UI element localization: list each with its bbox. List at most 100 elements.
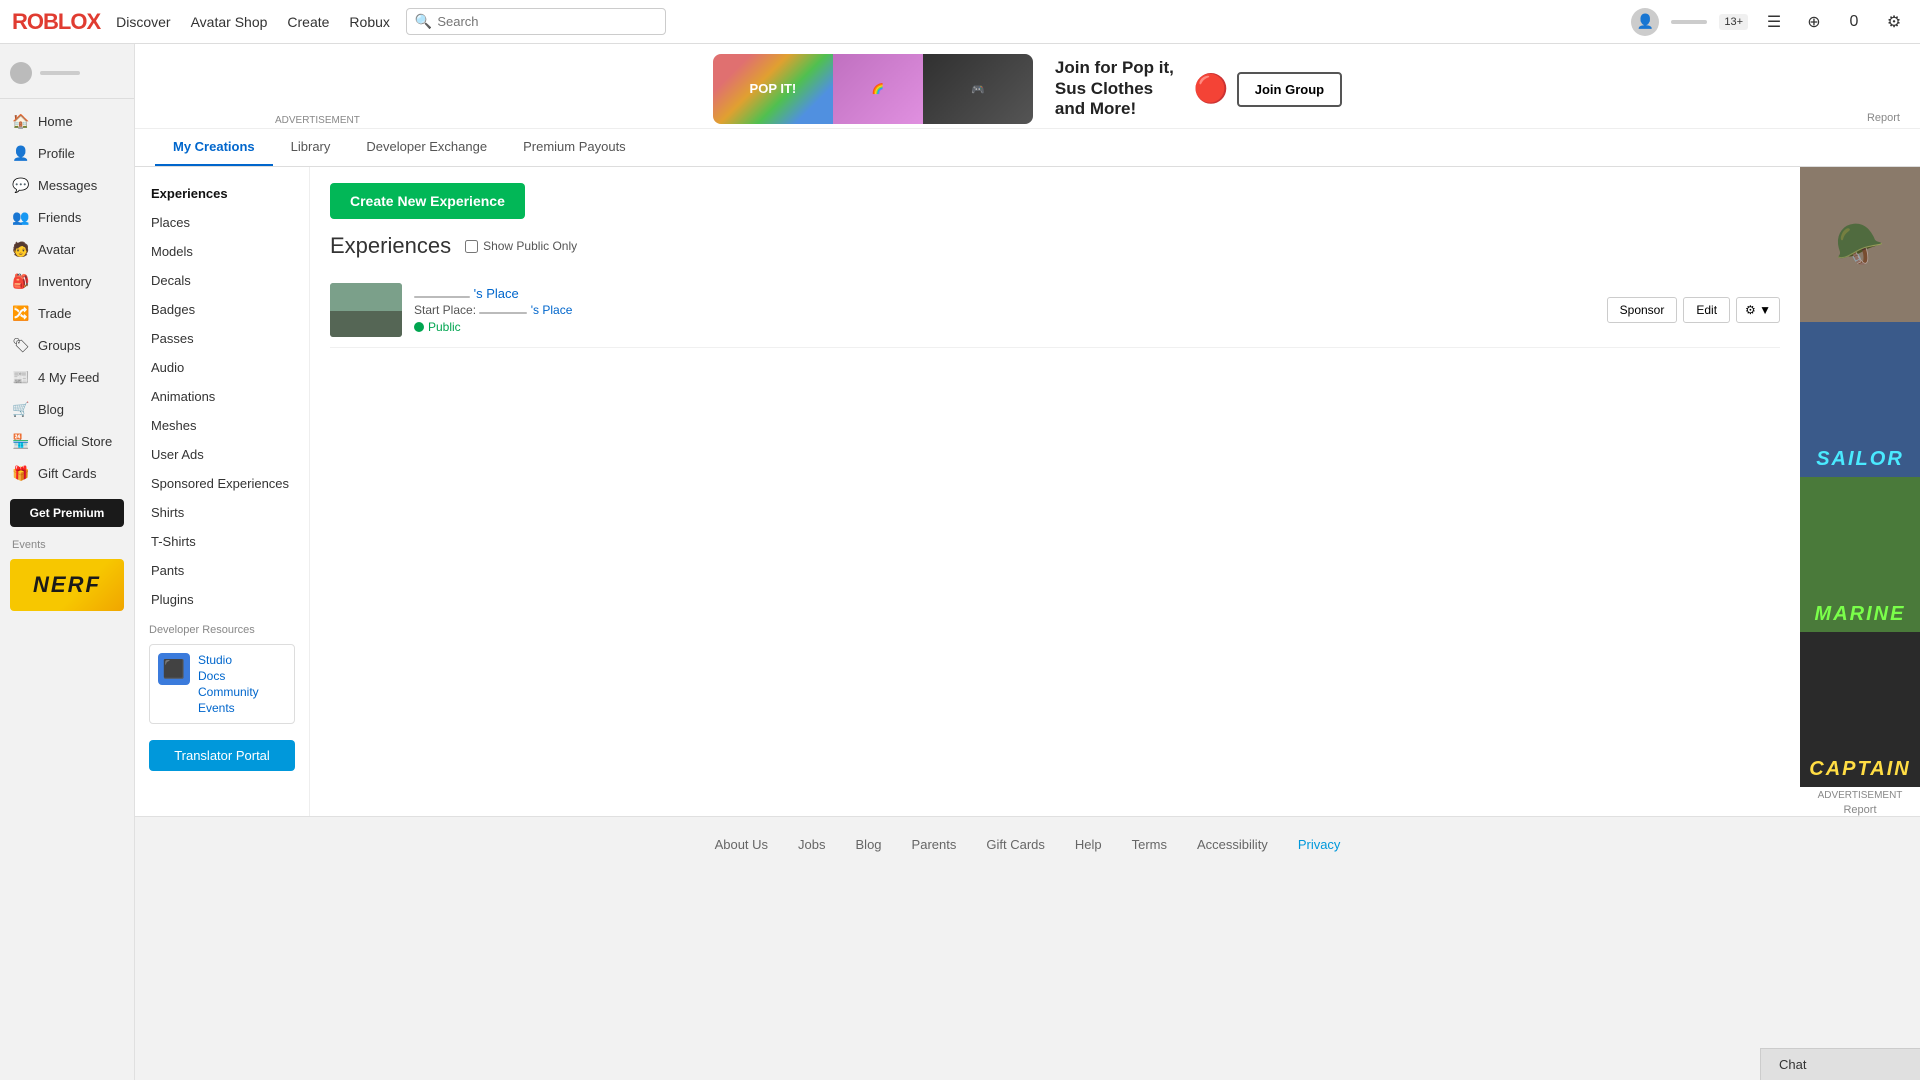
search-icon: 🔍 — [415, 13, 432, 30]
create-menu-places[interactable]: Places — [135, 208, 309, 237]
sidebar-item-inventory[interactable]: 🎒 Inventory — [0, 265, 134, 297]
create-menu-audio[interactable]: Audio — [135, 353, 309, 382]
marine-text: MARINE — [1815, 603, 1906, 626]
search-input[interactable] — [437, 14, 657, 29]
tab-premium-payouts[interactable]: Premium Payouts — [505, 129, 644, 166]
chat-bar[interactable]: Chat — [1760, 1048, 1920, 1080]
ad-dark-image: 🎮 — [923, 54, 1033, 124]
exp-thumb-bot — [330, 311, 402, 337]
dev-link-docs[interactable]: Docs — [198, 669, 259, 683]
footer-privacy[interactable]: Privacy — [1298, 837, 1341, 852]
username-display — [1671, 20, 1707, 24]
sidebar-item-label: Inventory — [38, 274, 91, 289]
tab-developer-exchange[interactable]: Developer Exchange — [348, 129, 505, 166]
create-menu-experiences[interactable]: Experiences — [135, 179, 309, 208]
gear-icon[interactable]: ⚙ — [1880, 8, 1908, 36]
create-menu-pants[interactable]: Pants — [135, 556, 309, 585]
right-ad: 🪖 SAILOR MARINE CAPTAIN ADVERTISEMENT Re… — [1800, 167, 1920, 816]
age-badge: 13+ — [1719, 14, 1748, 30]
tab-library[interactable]: Library — [273, 129, 349, 166]
show-public-checkbox[interactable] — [465, 240, 478, 253]
roblox-icon[interactable]: ⊕ — [1800, 8, 1828, 36]
ad-image-center: 🌈 — [833, 54, 923, 124]
footer-jobs[interactable]: Jobs — [798, 837, 825, 852]
experience-info: 's Place Start Place: 's Place Public — [414, 286, 1607, 334]
dev-resources-box: ⬛ Studio Docs Community Events — [149, 644, 295, 724]
experience-name[interactable]: 's Place — [414, 286, 1607, 301]
start-place-link[interactable]: 's Place — [479, 303, 572, 317]
create-menu-plugins[interactable]: Plugins — [135, 585, 309, 614]
bell-icon[interactable]: 0 — [1840, 8, 1868, 36]
dev-link-studio[interactable]: Studio — [198, 653, 259, 667]
footer-accessibility[interactable]: Accessibility — [1197, 837, 1268, 852]
nav-avatar-shop[interactable]: Avatar Shop — [191, 14, 268, 30]
edit-button[interactable]: Edit — [1683, 297, 1730, 323]
nav-robux[interactable]: Robux — [349, 14, 389, 30]
home-icon: 🏠 — [12, 112, 30, 130]
create-menu-sponsored[interactable]: Sponsored Experiences — [135, 469, 309, 498]
tab-my-creations[interactable]: My Creations — [155, 129, 273, 166]
get-premium-button[interactable]: Get Premium — [10, 499, 124, 527]
create-menu-animations[interactable]: Animations — [135, 382, 309, 411]
nerf-banner[interactable]: NERF — [10, 559, 124, 611]
footer-gift-cards[interactable]: Gift Cards — [986, 837, 1045, 852]
footer-about-us[interactable]: About Us — [715, 837, 768, 852]
sponsor-button[interactable]: Sponsor — [1607, 297, 1678, 323]
sidebar-item-my-feed[interactable]: 📰 4 My Feed — [0, 361, 134, 393]
start-place-suffix: 's Place — [531, 303, 573, 317]
create-menu-meshes[interactable]: Meshes — [135, 411, 309, 440]
sidebar-item-friends[interactable]: 👥 Friends — [0, 201, 134, 233]
sidebar-item-avatar[interactable]: 🧑 Avatar — [0, 233, 134, 265]
create-menu-tshirts[interactable]: T-Shirts — [135, 527, 309, 556]
events-label: Events — [0, 533, 134, 555]
sidebar-item-label: Blog — [38, 402, 64, 417]
show-public-label[interactable]: Show Public Only — [465, 239, 577, 253]
developer-resources-section: Developer Resources ⬛ Studio Docs Commun… — [135, 614, 309, 728]
sidebar-item-trade[interactable]: 🔀 Trade — [0, 297, 134, 329]
create-menu-passes[interactable]: Passes — [135, 324, 309, 353]
gear-dropdown-button[interactable]: ⚙ ▼ — [1736, 297, 1780, 323]
create-menu-models[interactable]: Models — [135, 237, 309, 266]
sidebar-item-messages[interactable]: 💬 Messages — [0, 169, 134, 201]
footer-terms[interactable]: Terms — [1132, 837, 1167, 852]
create-new-experience-button[interactable]: Create New Experience — [330, 183, 525, 219]
experiences-header: Experiences Show Public Only — [330, 233, 1780, 259]
footer-help[interactable]: Help — [1075, 837, 1102, 852]
footer-parents[interactable]: Parents — [912, 837, 957, 852]
translator-portal-button[interactable]: Translator Portal — [149, 740, 295, 771]
dev-links: Studio Docs Community Events — [198, 653, 259, 715]
ad-rainbow-image: 🌈 — [833, 54, 923, 124]
official-store-icon: 🏪 — [12, 432, 30, 450]
tabs-bar: My Creations Library Developer Exchange … — [135, 129, 1920, 167]
user-avatar-icon — [10, 62, 32, 84]
sidebar-item-groups[interactable]: 🏷 Groups — [0, 329, 134, 361]
sidebar-item-label: Trade — [38, 306, 71, 321]
ad-advertisement-label: ADVERTISEMENT — [275, 115, 360, 126]
dev-link-community[interactable]: Community — [198, 685, 259, 699]
experience-thumbnail — [330, 283, 402, 337]
sidebar-item-gift-cards[interactable]: 🎁 Gift Cards — [0, 457, 134, 489]
create-menu-user-ads[interactable]: User Ads — [135, 440, 309, 469]
footer: About Us Jobs Blog Parents Gift Cards He… — [135, 816, 1920, 872]
create-menu-decals[interactable]: Decals — [135, 266, 309, 295]
ad-character-icon: 🔴 — [1194, 72, 1229, 105]
create-menu-badges[interactable]: Badges — [135, 295, 309, 324]
ad-report-link[interactable]: Report — [1867, 112, 1900, 124]
footer-blog[interactable]: Blog — [856, 837, 882, 852]
sidebar-item-official-store[interactable]: 🏪 Official Store — [0, 425, 134, 457]
dev-link-events[interactable]: Events — [198, 701, 259, 715]
chat-lines-icon[interactable]: ☰ — [1760, 8, 1788, 36]
sidebar-item-profile[interactable]: 👤 Profile — [0, 137, 134, 169]
nav-discover[interactable]: Discover — [116, 14, 170, 30]
sidebar-item-home[interactable]: 🏠 Home — [0, 105, 134, 137]
exp-name-suffix: 's Place — [474, 286, 519, 301]
nav-create[interactable]: Create — [287, 14, 329, 30]
join-group-button[interactable]: Join Group — [1237, 72, 1342, 107]
sidebar-item-blog[interactable]: 🛒 Blog — [0, 393, 134, 425]
table-row: 's Place Start Place: 's Place Public — [330, 273, 1780, 348]
page-layout: 🏠 Home 👤 Profile 💬 Messages 👥 Friends 🧑 … — [0, 44, 1920, 1080]
avatar[interactable]: 👤 — [1631, 8, 1659, 36]
sidebar-item-label: Avatar — [38, 242, 75, 257]
right-ad-report-link[interactable]: Report — [1843, 804, 1876, 816]
create-menu-shirts[interactable]: Shirts — [135, 498, 309, 527]
